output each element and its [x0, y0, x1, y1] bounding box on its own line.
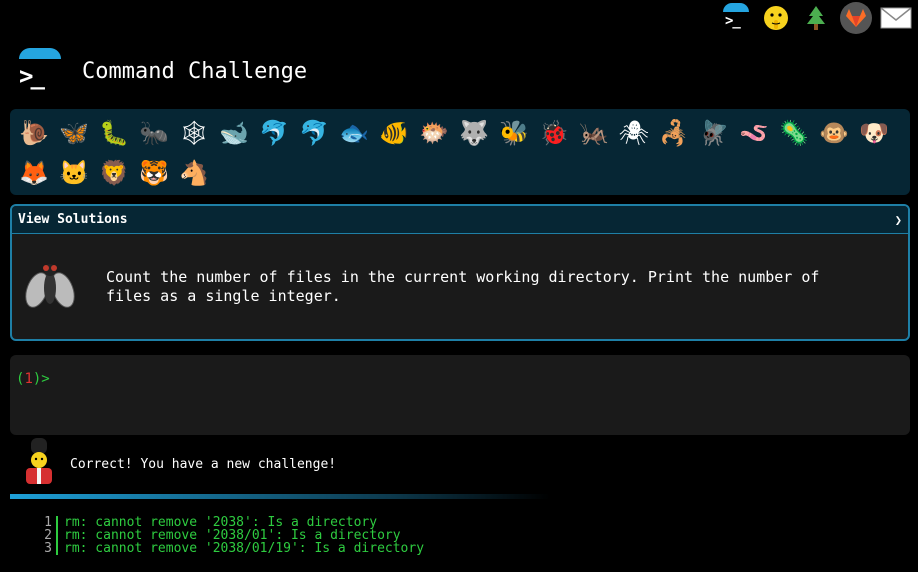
challenge-whale-icon[interactable]: 🐋	[214, 113, 254, 153]
prompt-number: 1	[24, 371, 33, 387]
challenge-spider-icon[interactable]: 🕷	[614, 113, 654, 153]
solutions-panel: View Solutions ❯ Count the number of fil…	[10, 204, 910, 341]
challenge-bee-icon[interactable]: 🐝	[494, 113, 534, 153]
shushing-face-icon[interactable]	[760, 2, 792, 34]
challenge-monkey-icon[interactable]: 🐵	[814, 113, 854, 153]
challenge-tropical-fish-icon[interactable]: 🐠	[374, 113, 414, 153]
challenge-horse-icon[interactable]: 🐴	[174, 153, 214, 193]
envelope-icon[interactable]	[880, 2, 912, 34]
feedback-message: Correct! You have a new challenge!	[70, 457, 337, 472]
challenge-pufferfish-icon[interactable]: 🐡	[414, 113, 454, 153]
tree-icon[interactable]	[800, 2, 832, 34]
challenge-worm-icon[interactable]: 🪱	[734, 113, 774, 153]
brand-header: >_ Command Challenge	[14, 48, 307, 94]
challenge-lion-icon[interactable]: 🦁	[94, 153, 134, 193]
challenge-wolf-icon[interactable]: 🐺	[454, 113, 494, 153]
challenge-caterpillar-icon[interactable]: 🐛	[94, 113, 134, 153]
challenge-description: Count the number of files in the current…	[106, 267, 820, 305]
challenge-fish-icon[interactable]: 🐟	[334, 113, 374, 153]
challenge-dolphin-grey-icon[interactable]: 🐬	[294, 113, 334, 153]
terminal-logo-icon: >_	[14, 48, 62, 94]
terminal-icon[interactable]: >_	[720, 2, 752, 34]
feedback-area: Correct! You have a new challenge!	[22, 438, 336, 484]
challenge-scorpion-icon[interactable]: 🦂	[654, 113, 694, 153]
challenge-tiger-icon[interactable]: 🐯	[134, 153, 174, 193]
challenge-spider-web-icon[interactable]: 🕸	[174, 113, 214, 153]
top-bar: >_	[720, 0, 918, 36]
challenge-ladybug-icon[interactable]: 🐞	[534, 113, 574, 153]
challenge-butterfly-icon[interactable]: 🦋	[54, 113, 94, 153]
progress-bar	[10, 494, 550, 499]
line-number: 3	[44, 541, 52, 556]
view-solutions-label: View Solutions	[18, 212, 128, 227]
challenge-cricket-icon[interactable]: 🦗	[574, 113, 614, 153]
challenge-fly-icon[interactable]: 🪰	[694, 113, 734, 153]
terminal-input[interactable]: (1)>	[10, 355, 910, 435]
challenge-dog-icon[interactable]: 🐶	[854, 113, 894, 153]
challenge-dolphin-icon[interactable]: 🐬	[254, 113, 294, 153]
page-title: Command Challenge	[82, 58, 308, 84]
royal-guard-icon	[22, 438, 56, 484]
prompt-close: )>	[32, 371, 50, 387]
challenge-ant-icon[interactable]: 🐜	[134, 113, 174, 153]
challenge-selector: 🐌 🦋 🐛 🐜 🕸 🐋 🐬 🐬 🐟 🐠 🐡 🐺 🐝 🐞 🦗 🕷 🦂 🪰 🪱 🦠 🐵 🐶 🦊 🐱 🦁 🐯 🐴	[10, 109, 910, 195]
challenge-fox-icon[interactable]: 🦊	[14, 153, 54, 193]
chevron-right-icon: ❯	[894, 212, 902, 227]
command-output: 1 rm: cannot remove '2038': Is a director…	[40, 516, 424, 555]
line-text: rm: cannot remove '2038/01/19': Is a dir…	[64, 541, 425, 556]
challenge-microbe-icon[interactable]: 🦠	[774, 113, 814, 153]
output-line: 3 rm: cannot remove '2038/01/19': Is a di…	[40, 542, 424, 555]
fly-icon	[22, 257, 78, 317]
challenge-cat-icon[interactable]: 🐱	[54, 153, 94, 193]
challenge-snail-icon[interactable]: 🐌	[14, 113, 54, 153]
gitlab-fox-icon[interactable]	[840, 2, 872, 34]
view-solutions-toggle[interactable]: View Solutions ❯	[12, 206, 908, 234]
